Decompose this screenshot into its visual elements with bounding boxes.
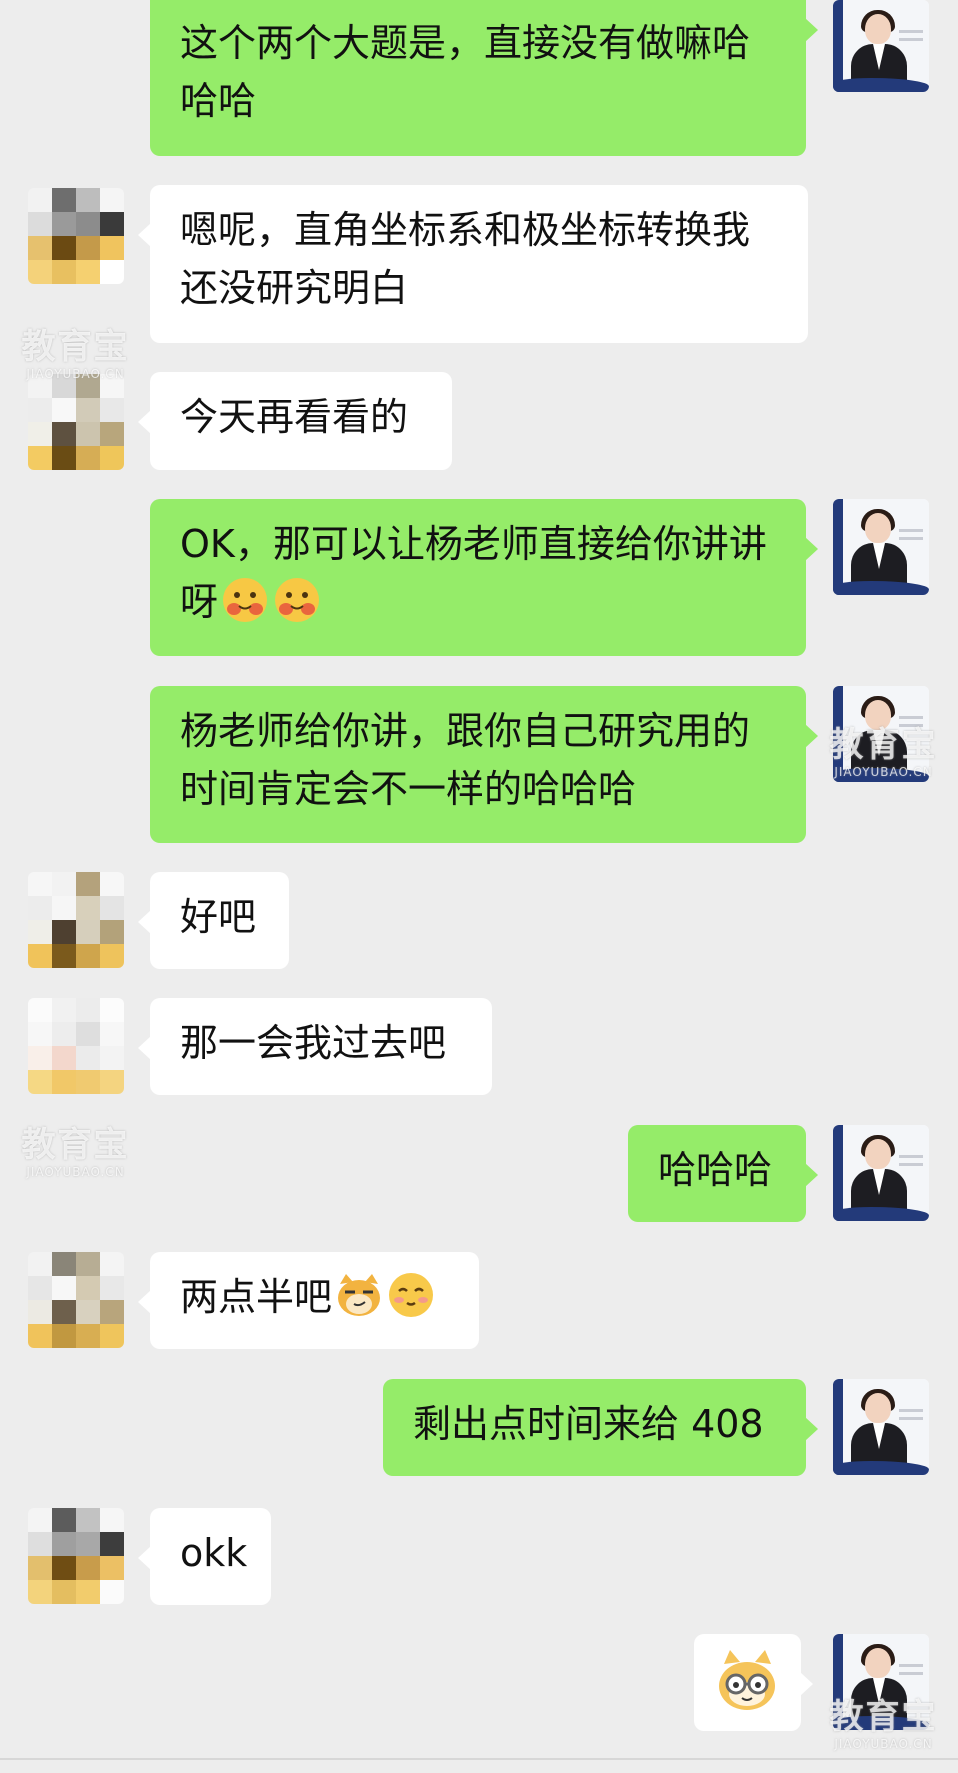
message-bubble[interactable]: 杨老师给你讲，跟你自己研究用的时间肯定会不一样的哈哈哈 [150, 686, 818, 843]
watermark-subtext: JIAOYUBAO.CN [26, 1165, 125, 1179]
student-avatar[interactable] [28, 188, 124, 284]
sticker-bubble[interactable] [694, 1634, 813, 1731]
message-text: 剩出点时间来给 408 [413, 1402, 764, 1446]
message-text: 杨老师给你讲，跟你自己研究用的时间肯定会不一样的哈哈哈 [180, 709, 751, 811]
watermark-logo: 教育宝 JIAOYUBAO.CN [18, 1128, 133, 1178]
student-avatar[interactable] [28, 998, 124, 1094]
student-avatar[interactable] [28, 374, 124, 470]
watermark-logo: 教育宝 JIAOYUBAO.CN [18, 330, 133, 380]
teacher-avatar[interactable] [833, 1379, 929, 1475]
message-text: 哈哈哈 [658, 1148, 773, 1192]
message-bubble[interactable]: 好吧 [138, 872, 289, 969]
message-bubble[interactable]: 这个两个大题是，直接没有做嘛哈哈哈 [150, 0, 818, 156]
message-bubble[interactable]: 嗯呢，直角坐标系和极坐标转换我还没研究明白 [138, 185, 808, 343]
blush-face-emoji [389, 1273, 434, 1317]
message-bubble[interactable]: 那一会我过去吧 [138, 998, 492, 1095]
watermark-text: 教育宝 [829, 725, 938, 765]
watermark-subtext: JIAOYUBAO.CN [26, 367, 125, 381]
teacher-avatar[interactable] [833, 499, 929, 595]
message-bubble[interactable]: 两点半吧 [138, 1252, 479, 1349]
message-text: 今天再看看的 [180, 395, 409, 439]
hug-face-emoji [275, 578, 320, 622]
message-text: 两点半吧 [180, 1275, 333, 1319]
watermark-subtext: JIAOYUBAO.CN [834, 1737, 933, 1751]
cat-glasses-sticker [719, 1650, 775, 1710]
message-text: 好吧 [180, 895, 257, 939]
watermark-logo: 教育宝 JIAOYUBAO.CN [826, 1700, 941, 1750]
smirk-cat-emoji [338, 1274, 381, 1316]
message-bubble[interactable]: 哈哈哈 [628, 1125, 818, 1222]
student-avatar[interactable] [28, 872, 124, 968]
message-bubble[interactable]: 剩出点时间来给 408 [383, 1379, 818, 1476]
hug-face-emoji [223, 578, 268, 622]
watermark-text: 教育宝 [829, 1697, 938, 1737]
message-bubble[interactable]: OK，那可以让杨老师直接给你讲讲呀 [150, 499, 818, 656]
message-text: okk [180, 1531, 248, 1575]
message-text: 那一会我过去吧 [180, 1021, 447, 1065]
teacher-avatar[interactable] [833, 0, 929, 92]
watermark-logo: 教育宝 JIAOYUBAO.CN [826, 728, 941, 778]
watermark-text: 教育宝 [21, 1125, 130, 1165]
watermark-text: 教育宝 [21, 327, 130, 367]
message-bubble[interactable]: 今天再看看的 [138, 372, 452, 470]
student-avatar[interactable] [28, 1508, 124, 1604]
teacher-avatar[interactable] [833, 1125, 929, 1221]
student-avatar[interactable] [28, 1252, 124, 1348]
divider [0, 1758, 958, 1760]
message-text: 嗯呢，直角坐标系和极坐标转换我还没研究明白 [180, 208, 751, 310]
message-bubble[interactable]: okk [138, 1508, 271, 1605]
chat-conversation[interactable]: 这个两个大题是，直接没有做嘛哈哈哈 嗯呢，直角坐标系和极坐标转换我还没研究明白 [0, 0, 958, 1773]
message-text: 这个两个大题是，直接没有做嘛哈哈哈 [180, 21, 751, 123]
watermark-subtext: JIAOYUBAO.CN [834, 765, 933, 779]
